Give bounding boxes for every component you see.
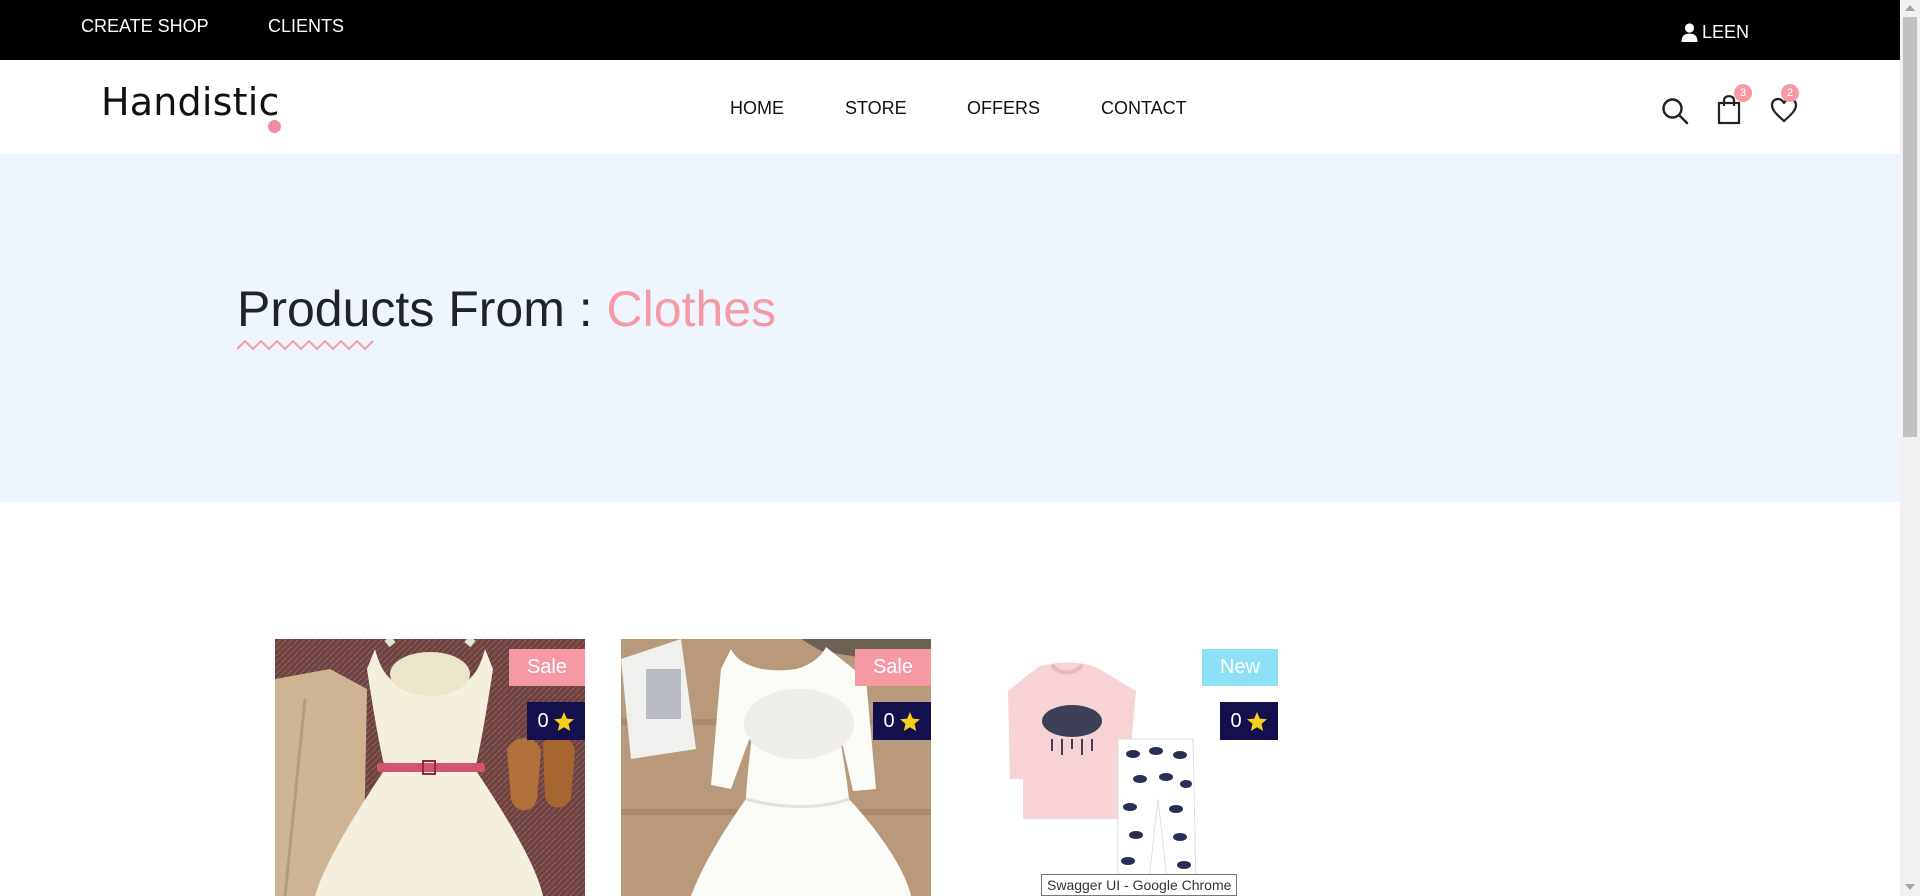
page-scrollbar[interactable] bbox=[1900, 0, 1920, 896]
window-tooltip: Swagger UI - Google Chrome bbox=[1041, 874, 1238, 896]
search-icon[interactable] bbox=[1661, 97, 1689, 125]
nav-offers[interactable]: OFFERS bbox=[967, 98, 1040, 119]
product-card[interactable]: Sale 0 bbox=[275, 639, 585, 896]
page-banner: Products From : Clothes bbox=[0, 154, 1900, 502]
sale-badge: Sale bbox=[854, 649, 931, 686]
title-underline-squiggle bbox=[237, 339, 374, 351]
user-name: LEEN bbox=[1702, 22, 1750, 42]
user-icon bbox=[1681, 23, 1698, 42]
rating-badge: 0 bbox=[527, 702, 585, 740]
rating-value: 0 bbox=[883, 709, 895, 732]
scrollbar-thumb[interactable] bbox=[1903, 17, 1917, 437]
star-icon bbox=[553, 711, 574, 731]
rating-value: 0 bbox=[537, 709, 549, 732]
nav-store[interactable]: STORE bbox=[845, 98, 907, 119]
nav-contact[interactable]: CONTACT bbox=[1101, 98, 1187, 119]
star-icon bbox=[899, 711, 920, 731]
wishlist-count-badge: 2 bbox=[1781, 84, 1799, 102]
clients-link[interactable]: CLIENTS bbox=[268, 16, 344, 37]
page-title: Products From : Clothes bbox=[237, 280, 776, 338]
cart-button[interactable]: 3 bbox=[1715, 84, 1755, 128]
star-icon bbox=[1246, 711, 1267, 731]
scroll-up-arrow-icon[interactable] bbox=[1905, 5, 1915, 11]
cart-count-badge: 3 bbox=[1734, 84, 1752, 102]
create-shop-link[interactable]: CREATE SHOP bbox=[81, 16, 209, 37]
product-card[interactable]: Sale 0 bbox=[621, 639, 931, 896]
sale-badge: Sale bbox=[508, 649, 585, 686]
rating-badge: 0 bbox=[1220, 702, 1278, 740]
new-badge: New bbox=[1201, 649, 1278, 686]
top-bar: CREATE SHOP CLIENTS LEEN bbox=[0, 0, 1900, 60]
product-card[interactable]: New 0 bbox=[968, 639, 1278, 896]
rating-value: 0 bbox=[1230, 709, 1242, 732]
main-header: Handistic HOME STORE OFFERS CONTACT 3 2 bbox=[0, 60, 1900, 154]
nav-home[interactable]: HOME bbox=[730, 98, 784, 119]
wishlist-button[interactable]: 2 bbox=[1769, 84, 1809, 128]
user-account-link[interactable]: LEEN bbox=[1681, 22, 1749, 43]
category-name: Clothes bbox=[606, 281, 777, 337]
scroll-down-arrow-icon[interactable] bbox=[1905, 884, 1915, 890]
logo[interactable]: Handistic bbox=[101, 80, 280, 124]
logo-dot bbox=[268, 120, 281, 133]
page-title-prefix: Products From : bbox=[237, 281, 593, 337]
rating-badge: 0 bbox=[873, 702, 931, 740]
